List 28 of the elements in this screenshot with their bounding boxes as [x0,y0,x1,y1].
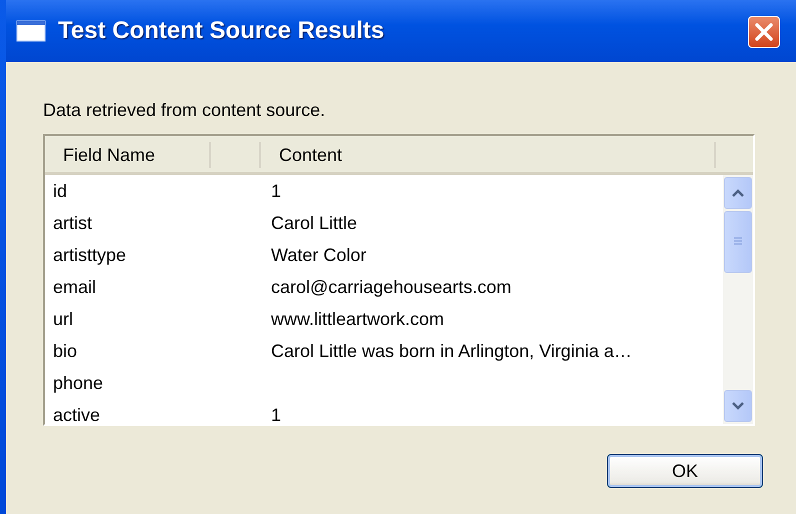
column-header[interactable]: Field Name [45,142,211,168]
field-name-cell-text: artisttype [52,244,128,266]
content-cell: carol@carriagehousearts.com [271,276,512,298]
field-name-cell-text: active [52,404,102,426]
close-icon [753,21,775,43]
scrollbar[interactable] [723,175,753,424]
content-cell: Water Color [271,244,366,266]
ok-button[interactable]: OK [607,454,763,488]
content-cell: www.littleartwork.com [271,308,444,330]
message-text: Data retrieved from content source. [43,100,326,122]
field-name-cell-text: phone [52,372,104,394]
column-header[interactable]: Content [261,142,716,168]
field-name-cell-text: artist [52,212,94,234]
content-cell: Carol Little was born in Arlington, Virginia a… [271,340,632,362]
scroll-thumb[interactable] [724,211,752,273]
window-title: Test Content Source Results [58,17,384,45]
content-cell: 1 [271,404,282,426]
content-cell: 1 [271,180,282,202]
scroll-up-button[interactable] [724,177,752,209]
field-name-cell-text: email [52,276,98,298]
grip-icon [733,237,743,247]
field-name-cell-text: id [52,180,68,202]
close-button[interactable] [748,16,780,48]
field-name-cell-text: url [52,308,74,330]
field-name-cell-text: bio [52,340,78,362]
scroll-down-button[interactable] [724,390,752,422]
window-icon [16,20,46,42]
content-cell: Carol Little [271,212,358,234]
